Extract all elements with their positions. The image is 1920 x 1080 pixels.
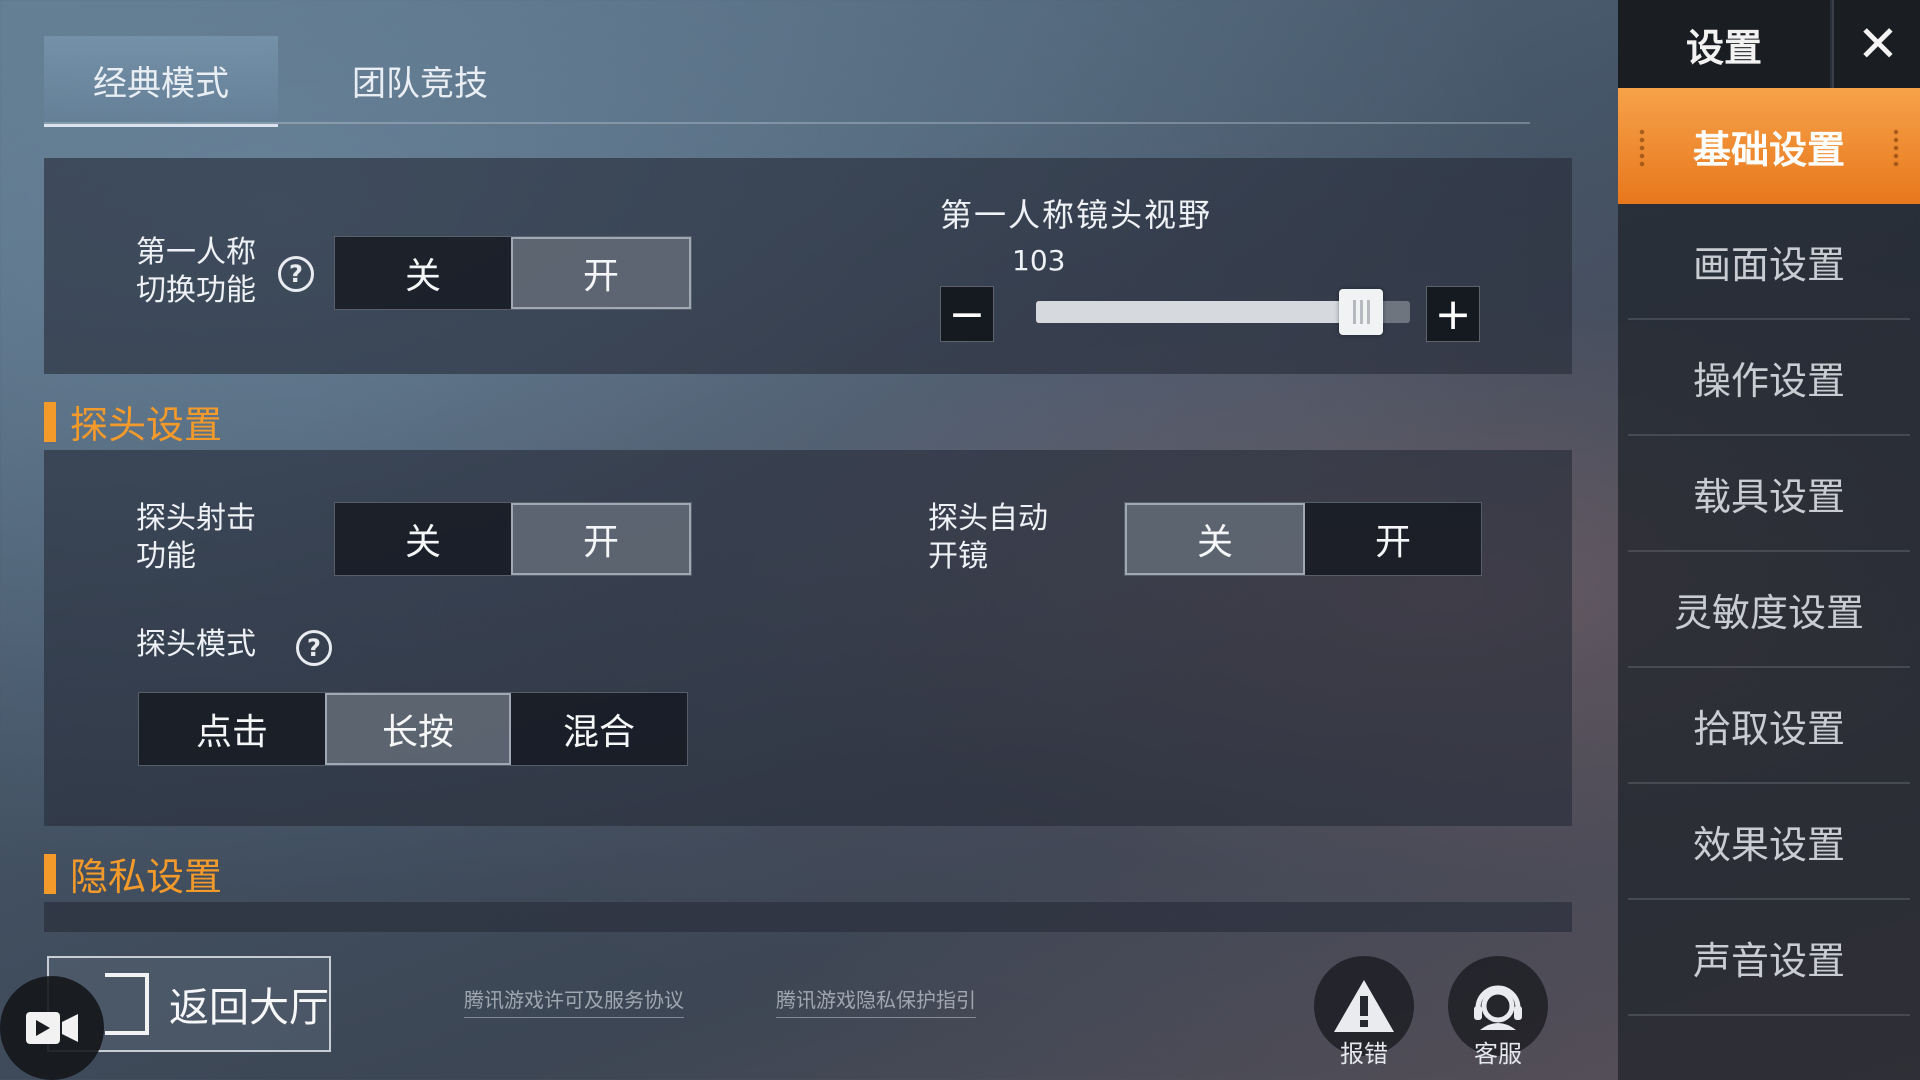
tab-team-deathmatch[interactable]: 团队竞技 xyxy=(300,36,540,124)
customer-service-label: 客服 xyxy=(1474,1040,1522,1068)
sidebar-item-label: 拾取设置 xyxy=(1692,706,1845,751)
privacy-section-title: 隐私设置 xyxy=(44,846,222,901)
sidebar-item-audio[interactable]: 声音设置 xyxy=(1628,900,1910,1016)
fov-slider-thumb[interactable] xyxy=(1339,289,1384,335)
fov-decrease-button[interactable]: − xyxy=(940,286,994,342)
return-lobby-label: 返回大厅 xyxy=(169,985,329,1031)
label-line: 功能 xyxy=(136,539,196,574)
peek-mode-mixed-option[interactable]: 混合 xyxy=(511,693,687,765)
label-line: 开镜 xyxy=(928,539,988,574)
peek-auto-scope-off-option[interactable]: 关 xyxy=(1125,503,1305,575)
sidebar-item-effects[interactable]: 效果设置 xyxy=(1628,784,1910,900)
fov-value: 103 xyxy=(1012,244,1066,277)
close-icon[interactable]: ✕ xyxy=(1832,0,1920,88)
settings-title: 设置 xyxy=(1618,0,1830,88)
first-person-toggle-label: 第一人称 切换功能 xyxy=(136,234,256,310)
peek-shoot-toggle: 关 开 xyxy=(334,502,692,576)
sidebar-item-label: 载具设置 xyxy=(1692,474,1845,519)
sidebar-item-label: 基础设置 xyxy=(1692,127,1845,172)
fov-slider-fill xyxy=(1036,301,1362,323)
back-door-icon xyxy=(105,973,149,1035)
peek-mode-selector: 点击 长按 混合 xyxy=(138,692,688,766)
peek-mode-label: 探头模式 xyxy=(136,627,256,662)
record-video-icon[interactable] xyxy=(0,976,104,1080)
first-person-panel xyxy=(44,158,1572,374)
sidebar-item-sensitivity[interactable]: 灵敏度设置 xyxy=(1628,552,1910,668)
tab-label: 经典模式 xyxy=(93,63,229,104)
section-accent-bar xyxy=(44,853,56,894)
sidebar-item-label: 灵敏度设置 xyxy=(1673,590,1864,635)
sidebar-item-basic[interactable]: 基础设置 xyxy=(1618,88,1920,204)
peek-auto-scope-on-option[interactable]: 开 xyxy=(1305,503,1481,575)
first-person-off-option[interactable]: 关 xyxy=(335,237,511,309)
sidebar-item-label: 声音设置 xyxy=(1692,938,1845,983)
tab-label: 团队竞技 xyxy=(352,63,488,104)
tab-classic-mode[interactable]: 经典模式 xyxy=(44,36,278,127)
peek-auto-scope-label: 探头自动 开镜 xyxy=(928,500,1048,576)
tab-divider xyxy=(44,122,1530,124)
section-title-text: 探头设置 xyxy=(70,403,223,447)
section-accent-bar xyxy=(44,401,56,442)
privacy-guide-link[interactable]: 腾讯游戏隐私保护指引 xyxy=(776,984,976,1018)
headset-icon xyxy=(1474,985,1522,1030)
fov-increase-button[interactable]: + xyxy=(1426,286,1480,342)
sidebar-item-graphics[interactable]: 画面设置 xyxy=(1628,204,1910,320)
peek-shoot-on-option[interactable]: 开 xyxy=(511,503,691,575)
sidebar-item-label: 画面设置 xyxy=(1692,242,1845,287)
sidebar-item-label: 效果设置 xyxy=(1692,822,1845,867)
label-line: 探头射击 xyxy=(136,501,256,536)
sidebar-item-label: 操作设置 xyxy=(1692,358,1845,403)
peek-shoot-label: 探头射击 功能 xyxy=(136,500,256,576)
report-label: 报错 xyxy=(1340,1040,1388,1068)
label-line: 第一人称 xyxy=(136,235,256,270)
label-line: 探头自动 xyxy=(928,501,1048,536)
sidebar-item-vehicle[interactable]: 载具设置 xyxy=(1628,436,1910,552)
peek-auto-scope-toggle: 关 开 xyxy=(1124,502,1482,576)
peek-mode-hold-option[interactable]: 长按 xyxy=(325,693,511,765)
sidebar-item-pickup[interactable]: 拾取设置 xyxy=(1628,668,1910,784)
sidebar-item-controls[interactable]: 操作设置 xyxy=(1628,320,1910,436)
section-title-text: 隐私设置 xyxy=(70,855,223,899)
peek-shoot-off-option[interactable]: 关 xyxy=(335,503,511,575)
fov-label: 第一人称镜头视野 xyxy=(940,196,1213,234)
peek-mode-tap-option[interactable]: 点击 xyxy=(139,693,325,765)
license-agreement-link[interactable]: 腾讯游戏许可及服务协议 xyxy=(464,984,684,1018)
label-line: 切换功能 xyxy=(136,273,256,308)
help-icon[interactable]: ? xyxy=(278,256,314,292)
warning-icon xyxy=(1334,980,1394,1032)
help-icon[interactable]: ? xyxy=(296,630,332,666)
privacy-panel xyxy=(44,902,1572,932)
first-person-toggle: 关 开 xyxy=(334,236,692,310)
peek-section-title: 探头设置 xyxy=(44,394,222,449)
first-person-on-option[interactable]: 开 xyxy=(511,237,691,309)
fov-slider-track[interactable] xyxy=(1036,289,1410,335)
